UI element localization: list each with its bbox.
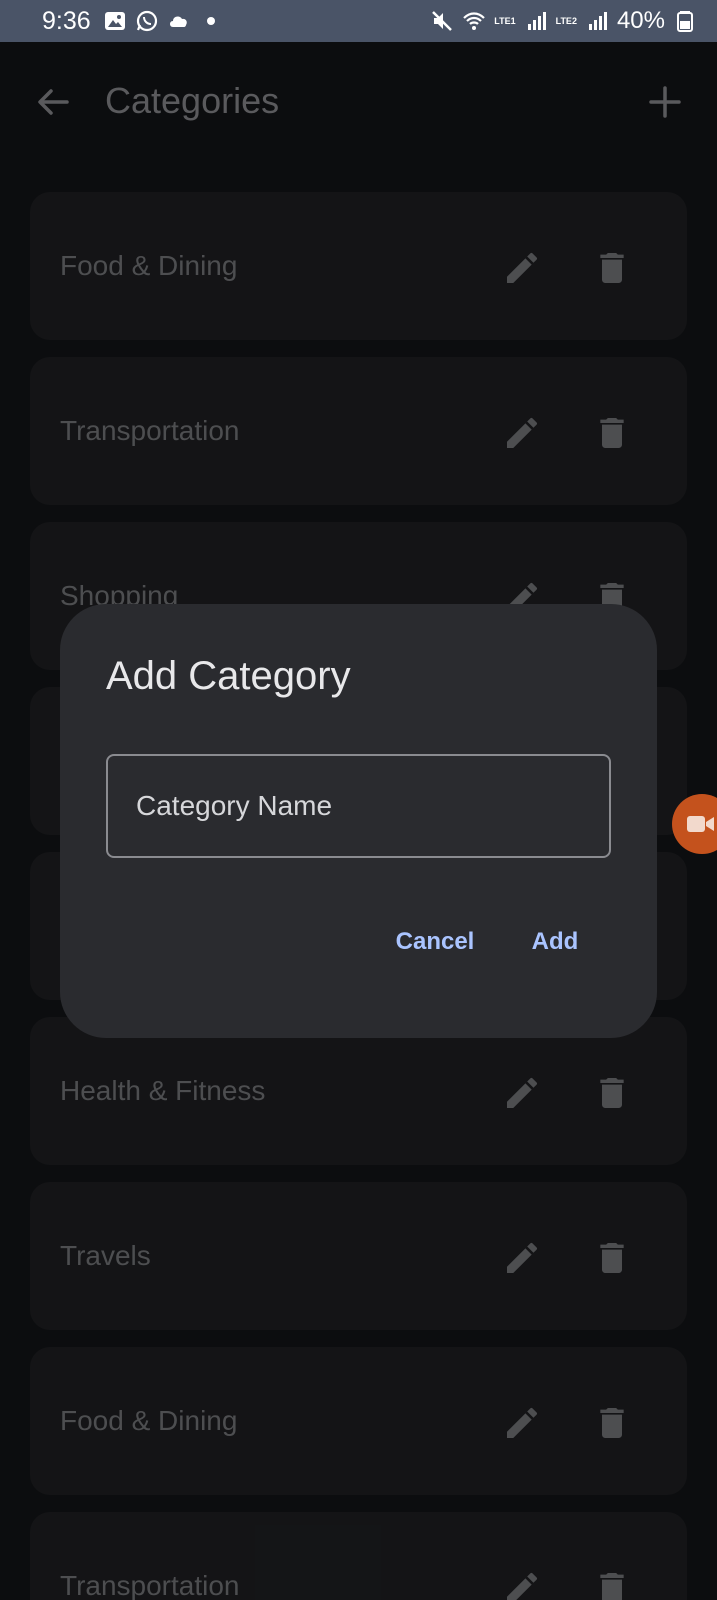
sim2-label: LTE2 [555, 15, 577, 26]
dot-icon [199, 9, 223, 33]
video-camera-icon [687, 816, 714, 832]
sim1-label: LTE1 [494, 15, 516, 26]
whatsapp-icon [135, 9, 159, 33]
status-bar: 9:36 LTE1 LTE2 40% [0, 0, 717, 42]
gallery-icon [103, 9, 127, 33]
dialog-title: Add Category [106, 654, 351, 698]
add-button[interactable]: Add [520, 920, 590, 964]
category-name-input[interactable] [106, 754, 611, 858]
wifi-icon [462, 9, 486, 33]
battery-icon [673, 9, 697, 33]
mute-icon [430, 9, 454, 33]
add-category-dialog: Add Category Cancel Add [60, 604, 657, 1038]
system-icons: LTE1 LTE2 40% [430, 7, 697, 35]
battery-percentage: 40% [616, 7, 665, 34]
notification-icons [103, 9, 223, 33]
signal-icon [585, 9, 609, 33]
cloud-icon [167, 9, 191, 33]
cancel-button[interactable]: Cancel [380, 920, 490, 964]
status-time: 9:36 [42, 6, 91, 35]
screen: 9:36 LTE1 LTE2 40% Categories Food & Din… [0, 0, 717, 1600]
signal-icon [524, 9, 548, 33]
